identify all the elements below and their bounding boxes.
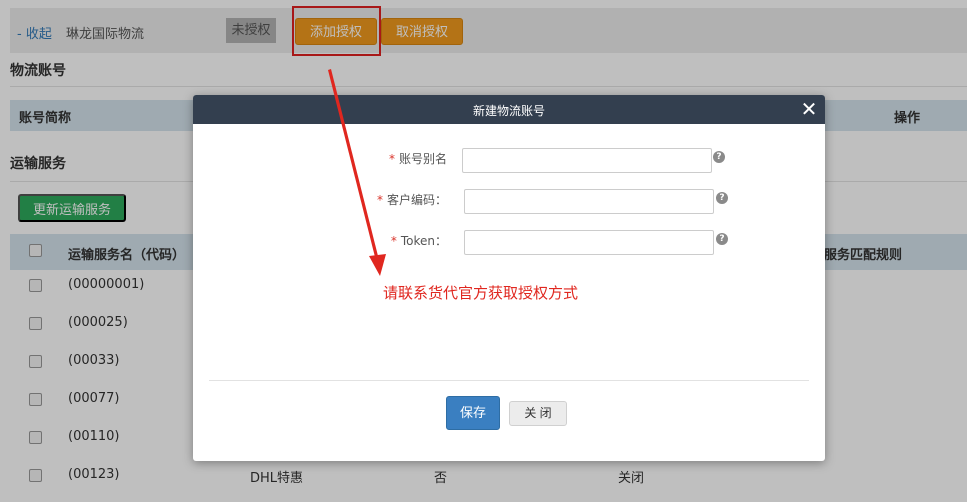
help-icon[interactable]: ? xyxy=(713,151,725,163)
token-label-text: Token： xyxy=(400,234,447,248)
close-icon[interactable]: ✕ xyxy=(799,97,819,121)
save-button[interactable]: 保存 xyxy=(446,396,500,430)
alias-label: * 账号别名 xyxy=(343,150,447,167)
close-button[interactable]: 关 闭 xyxy=(509,401,567,426)
token-label: * Token： xyxy=(343,232,447,249)
help-icon[interactable]: ? xyxy=(716,192,728,204)
dialog-header: 新建物流账号 ✕ xyxy=(193,95,825,124)
required-mark: * xyxy=(376,193,383,207)
customer-code-input[interactable] xyxy=(464,189,714,214)
alias-label-text: 账号别名 xyxy=(398,152,447,166)
required-mark: * xyxy=(388,152,395,166)
help-icon[interactable]: ? xyxy=(716,233,728,245)
alias-input[interactable] xyxy=(462,148,712,173)
dialog-divider xyxy=(209,380,809,381)
new-logistics-account-dialog: 新建物流账号 ✕ * 账号别名 ? * 客户编码： ? * Token： ? 保存 关… xyxy=(193,95,825,461)
dialog-title: 新建物流账号 xyxy=(472,104,545,118)
customer-code-label: * 客户编码： xyxy=(343,191,447,208)
annotation-text: 请联系货代官方获取授权方式 xyxy=(383,284,579,302)
required-mark: * xyxy=(390,234,397,248)
customer-code-label-text: 客户编码： xyxy=(386,193,447,207)
token-input[interactable] xyxy=(464,230,714,255)
